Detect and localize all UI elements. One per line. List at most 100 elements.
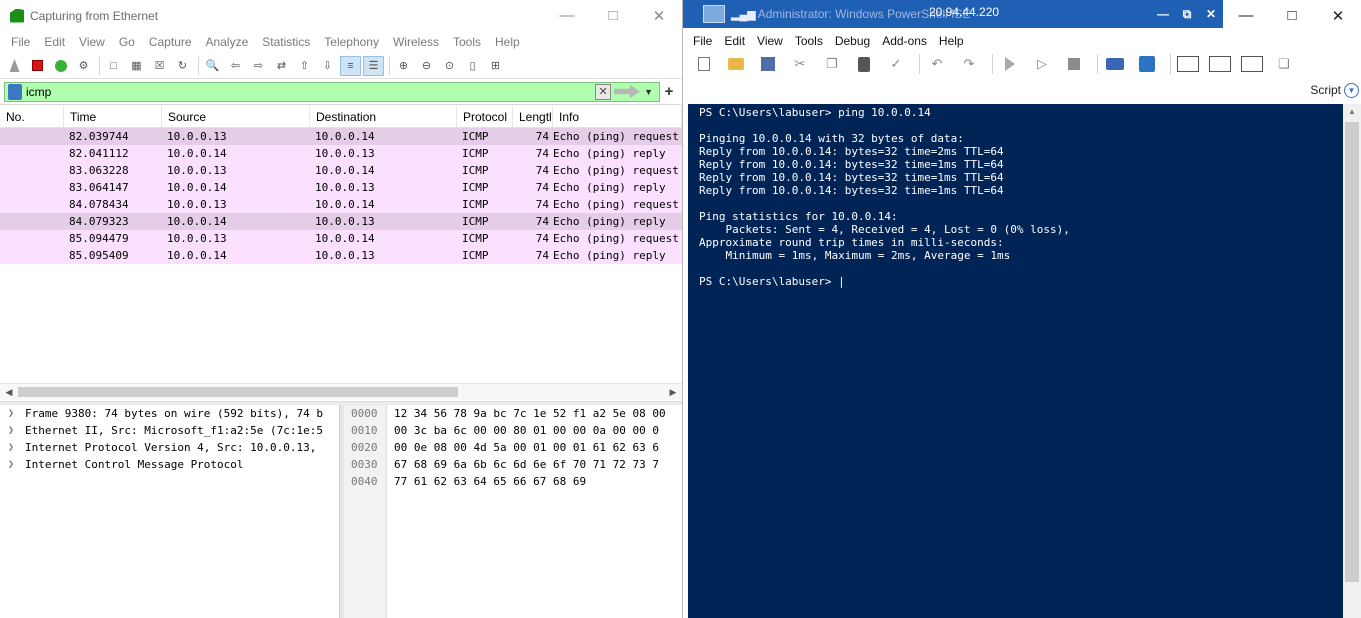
column-header-time[interactable]: Time xyxy=(64,105,162,128)
column-header-source[interactable]: Source xyxy=(162,105,310,128)
remote-powershell-icon[interactable] xyxy=(1102,53,1128,75)
paste-icon[interactable] xyxy=(851,53,877,75)
menu-file[interactable]: File xyxy=(4,35,37,49)
menu-file[interactable]: File xyxy=(687,34,718,48)
save-file-icon[interactable]: ▦ xyxy=(126,56,147,76)
stop-capture-icon[interactable] xyxy=(27,56,48,76)
chevron-down-icon[interactable]: ▼ xyxy=(644,87,653,97)
menu-tools[interactable]: Tools xyxy=(789,34,829,48)
go-forward-icon[interactable]: ⇨ xyxy=(248,56,269,76)
resize-columns-icon[interactable]: ▯ xyxy=(462,56,483,76)
layout-right-icon[interactable] xyxy=(1207,53,1233,75)
column-header-info[interactable]: Info xyxy=(553,105,682,128)
bytes-row[interactable]: 0040 77 61 62 63 64 65 66 67 68 69 xyxy=(344,473,682,490)
new-script-icon[interactable] xyxy=(691,53,717,75)
auto-scroll-icon[interactable]: ≡ xyxy=(340,55,361,76)
tree-item-icmp[interactable]: ❯ Internet Control Message Protocol xyxy=(0,456,339,473)
find-packet-icon[interactable]: 🔍 xyxy=(202,56,223,76)
remote-desktop-icon[interactable] xyxy=(703,5,725,23)
start-capture-icon[interactable] xyxy=(4,56,25,76)
bytes-row[interactable]: 0000 12 34 56 78 9a bc 7c 1e 52 f1 a2 5e 0… xyxy=(344,405,682,422)
script-pane-label[interactable]: Script xyxy=(1310,83,1341,97)
clear-filter-icon[interactable]: ✕ xyxy=(595,83,612,100)
column-header-length[interactable]: Lengtl xyxy=(513,105,553,128)
scroll-left-icon[interactable]: ◀ xyxy=(0,387,18,398)
bytes-row[interactable]: 0010 00 3c ba 6c 00 00 80 01 00 00 0a 00 0… xyxy=(344,422,682,439)
clear-console-icon[interactable]: ✓ xyxy=(883,53,909,75)
go-back-icon[interactable]: ⇦ xyxy=(225,56,246,76)
menu-tools[interactable]: Tools xyxy=(446,35,488,49)
expand-all-icon[interactable]: ⊞ xyxy=(485,56,506,76)
copy-icon[interactable]: ❐ xyxy=(819,53,845,75)
menu-help[interactable]: Help xyxy=(488,35,527,49)
chevron-right-icon[interactable]: ❯ xyxy=(8,459,25,470)
table-row[interactable]: 9659 85.095409 10.0.0.14 10.0.0.13 ICMP … xyxy=(0,247,682,264)
maximize-icon[interactable]: □ xyxy=(590,0,636,31)
chevron-down-icon[interactable]: ▼ xyxy=(1344,83,1359,98)
menu-view[interactable]: View xyxy=(751,34,789,48)
layout-top-icon[interactable] xyxy=(1175,53,1201,75)
close-icon[interactable]: ✕ xyxy=(1315,0,1361,31)
menu-go[interactable]: Go xyxy=(112,35,142,49)
reload-file-icon[interactable]: ↻ xyxy=(172,56,193,76)
tree-item-ipv4[interactable]: ❯ Internet Protocol Version 4, Src: 10.0.… xyxy=(0,439,339,456)
rdp-minimize-icon[interactable]: — xyxy=(1151,7,1175,21)
layout-max-icon[interactable] xyxy=(1239,53,1265,75)
menu-help[interactable]: Help xyxy=(933,34,970,48)
restart-capture-icon[interactable] xyxy=(50,56,71,76)
open-folder-icon[interactable] xyxy=(723,53,749,75)
apply-filter-icon[interactable] xyxy=(614,84,641,99)
minimize-icon[interactable]: — xyxy=(1223,0,1269,31)
menu-edit[interactable]: Edit xyxy=(37,35,72,49)
run-script-icon[interactable] xyxy=(997,53,1023,75)
tree-item-ethernet[interactable]: ❯ Ethernet II, Src: Microsoft_f1:a2:5e (7… xyxy=(0,422,339,439)
close-icon[interactable]: ✕ xyxy=(636,0,682,31)
colorize-icon[interactable]: ☰ xyxy=(363,55,384,76)
cut-icon[interactable]: ✂ xyxy=(787,53,813,75)
tree-item-frame[interactable]: ❯ Frame 9380: 74 bytes on wire (592 bits)… xyxy=(0,405,339,422)
zoom-normal-icon[interactable]: ⊙ xyxy=(439,56,460,76)
table-row[interactable]: 9436 83.063228 10.0.0.13 10.0.0.14 ICMP … xyxy=(0,162,682,179)
minimize-icon[interactable]: — xyxy=(544,0,590,31)
table-row[interactable]: 9658 85.094479 10.0.0.13 10.0.0.14 ICMP … xyxy=(0,230,682,247)
scroll-up-icon[interactable]: ▲ xyxy=(1343,107,1361,116)
run-selection-icon[interactable]: ▷ xyxy=(1029,53,1055,75)
menu-statistics[interactable]: Statistics xyxy=(255,35,317,49)
zoom-in-icon[interactable]: ⊕ xyxy=(393,56,414,76)
rdp-restore-icon[interactable]: ⧉ xyxy=(1175,7,1199,22)
go-to-packet-icon[interactable]: ⇄ xyxy=(271,56,292,76)
open-file-icon[interactable]: □ xyxy=(103,56,124,76)
chevron-right-icon[interactable]: ❯ xyxy=(8,425,25,436)
bytes-row[interactable]: 0030 67 68 69 6a 6b 6c 6d 6e 6f 70 71 72 7… xyxy=(344,456,682,473)
go-last-icon[interactable]: ⇩ xyxy=(317,56,338,76)
menu-analyze[interactable]: Analyze xyxy=(199,35,256,49)
menu-wireless[interactable]: Wireless xyxy=(386,35,446,49)
save-icon[interactable] xyxy=(755,53,781,75)
undo-icon[interactable]: ↶ xyxy=(924,53,950,75)
table-row[interactable]: 9443 83.064147 10.0.0.14 10.0.0.13 ICMP … xyxy=(0,179,682,196)
stop-icon[interactable] xyxy=(1061,53,1087,75)
show-commands-icon[interactable]: ❏ xyxy=(1271,53,1297,75)
scroll-thumb[interactable] xyxy=(1345,122,1359,582)
column-header-protocol[interactable]: Protocol xyxy=(457,105,513,128)
column-header-destination[interactable]: Destination xyxy=(310,105,457,128)
menu-capture[interactable]: Capture xyxy=(142,35,199,49)
menu-add-ons[interactable]: Add-ons xyxy=(876,34,933,48)
display-filter-input[interactable] xyxy=(26,82,596,101)
console-prompt[interactable]: PS C:\Users\labuser> | xyxy=(699,275,1343,288)
start-powershell-icon[interactable] xyxy=(1134,53,1160,75)
scroll-right-icon[interactable]: ▶ xyxy=(664,387,682,398)
scroll-thumb[interactable] xyxy=(18,387,458,397)
menu-debug[interactable]: Debug xyxy=(829,34,876,48)
rdp-close-icon[interactable]: ✕ xyxy=(1199,7,1223,21)
table-row[interactable]: →9380 82.039744 10.0.0.13 10.0.0.14 ICMP… xyxy=(0,128,682,145)
chevron-right-icon[interactable]: ❯ xyxy=(8,442,25,453)
redo-icon[interactable]: ↷ xyxy=(956,53,982,75)
go-first-icon[interactable]: ⇧ xyxy=(294,56,315,76)
close-file-icon[interactable]: ☒ xyxy=(149,56,170,76)
console-pane[interactable]: PS C:\Users\labuser> ping 10.0.0.14 Ping… xyxy=(688,104,1343,618)
add-filter-button-icon[interactable]: + xyxy=(660,83,678,100)
menu-telephony[interactable]: Telephony xyxy=(317,35,386,49)
bookmark-icon[interactable] xyxy=(8,83,22,100)
zoom-out-icon[interactable]: ⊖ xyxy=(416,56,437,76)
